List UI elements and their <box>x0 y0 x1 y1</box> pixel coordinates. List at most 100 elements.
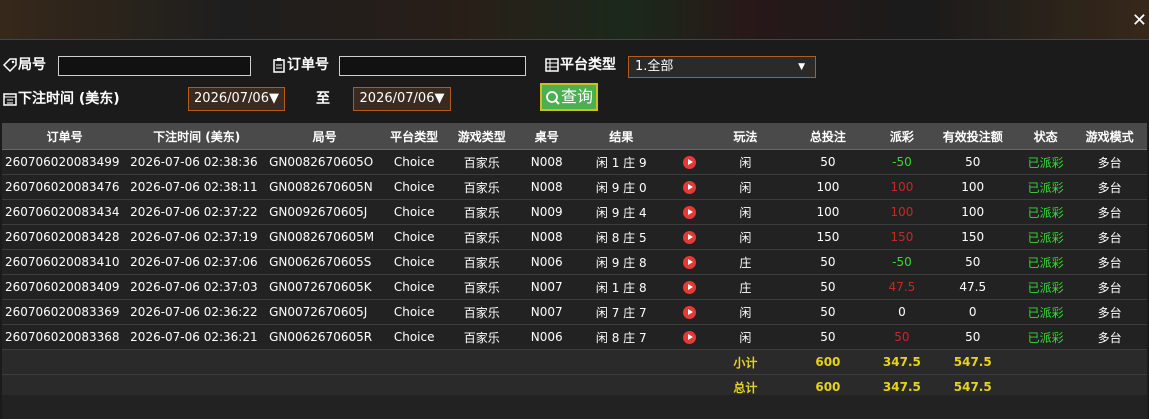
play-video-icon[interactable] <box>683 306 697 319</box>
status: 已派彩 <box>1019 299 1073 325</box>
order-number-input[interactable] <box>339 56 526 76</box>
game-type: 百家乐 <box>445 199 519 225</box>
play-video-icon[interactable] <box>683 231 697 244</box>
play-video-icon[interactable] <box>683 256 697 269</box>
status: 已派彩 <box>1019 324 1073 350</box>
round-id: GN0062670605S <box>266 249 384 275</box>
table-row[interactable]: 260706020083428 2026-07-06 02:37:19 GN0082… <box>2 224 1147 250</box>
play-video-icon[interactable] <box>683 281 697 294</box>
empty-cell <box>574 349 668 375</box>
subtotal-row: 小计 600 347.5 547.5 <box>2 349 1147 375</box>
platform: Choice <box>383 274 446 300</box>
replay-cell <box>667 324 713 350</box>
valid-bet: 50 <box>926 324 1020 350</box>
status: 已派彩 <box>1019 274 1073 300</box>
valid-bet: 150 <box>926 224 1020 250</box>
platform-select[interactable]: 1.全部 ▼ <box>628 56 816 78</box>
query-button[interactable]: 查询 <box>540 83 599 111</box>
platform: Choice <box>383 224 446 250</box>
valid-bet: 100 <box>926 199 1020 225</box>
result: 闲 8 庄 7 <box>574 324 668 350</box>
game-type: 百家乐 <box>445 149 519 175</box>
play-video-icon[interactable] <box>683 156 697 169</box>
bet-time: 2026-07-06 02:37:22 <box>127 199 267 225</box>
total-bet: 50 <box>778 324 878 350</box>
top-banner <box>0 0 1149 40</box>
play-video-icon[interactable] <box>683 206 697 219</box>
round-id: GN0082670605N <box>266 174 384 200</box>
table-footer-space <box>2 395 1147 419</box>
status: 已派彩 <box>1019 224 1073 250</box>
platform: Choice <box>383 249 446 275</box>
total-bet: 50 <box>778 149 878 175</box>
payout: 50 <box>877 324 927 350</box>
payout: 150 <box>877 224 927 250</box>
table-header: 订单号 下注时间 (美东) 局号 平台类型 游戏类型 桌号 结果 玩法 总投注 派彩 有效投注额 状态… <box>2 123 1147 150</box>
subtotal-label: 小计 <box>712 349 779 375</box>
round-id: GN0092670605J <box>266 199 384 225</box>
table-number: N008 <box>518 149 575 175</box>
list-icon <box>545 58 559 72</box>
empty-cell <box>445 349 519 375</box>
date-from-picker[interactable]: 2026/07/06▼ <box>188 87 285 111</box>
table-row[interactable]: 260706020083499 2026-07-06 02:38:36 GN0082… <box>2 149 1147 175</box>
to-label: 至 <box>316 91 330 107</box>
order-id: 260706020083410 <box>2 249 128 275</box>
table-number: N007 <box>518 299 575 325</box>
platform: Choice <box>383 199 446 225</box>
time-label: 下注时间 (美东) <box>2 88 120 108</box>
game-mode: 多台 <box>1072 174 1147 200</box>
game-type: 百家乐 <box>445 249 519 275</box>
table-row[interactable]: 260706020083476 2026-07-06 02:38:11 GN0082… <box>2 174 1147 200</box>
bet-side: 闲 <box>712 149 779 175</box>
column-header: 局号 <box>266 123 384 150</box>
tag-icon <box>2 58 17 73</box>
empty-cell <box>1072 349 1147 375</box>
table-row[interactable]: 260706020083434 2026-07-06 02:37:22 GN0092… <box>2 199 1147 225</box>
play-video-icon[interactable] <box>683 331 697 344</box>
game-mode: 多台 <box>1072 149 1147 175</box>
column-header: 游戏模式 <box>1072 123 1147 150</box>
total-bet: 100 <box>778 174 878 200</box>
table-number: N006 <box>518 324 575 350</box>
play-video-icon[interactable] <box>683 181 697 194</box>
round-number-input[interactable] <box>58 56 251 76</box>
column-header: 桌号 <box>518 123 575 150</box>
platform: Choice <box>383 174 446 200</box>
table-number: N008 <box>518 174 575 200</box>
game-mode: 多台 <box>1072 299 1147 325</box>
column-header: 平台类型 <box>383 123 446 150</box>
order-id: 260706020083368 <box>2 324 128 350</box>
column-header: 有效投注额 <box>926 123 1020 150</box>
bet-side: 庄 <box>712 274 779 300</box>
total-bet: 50 <box>778 249 878 275</box>
order-label: 订单号 <box>271 54 329 74</box>
bet-time: 2026-07-06 02:37:03 <box>127 274 267 300</box>
date-to-picker[interactable]: 2026/07/06▼ <box>353 87 451 111</box>
bet-side: 闲 <box>712 299 779 325</box>
table-number: N006 <box>518 249 575 275</box>
table-row[interactable]: 260706020083410 2026-07-06 02:37:06 GN0062… <box>2 249 1147 275</box>
status: 已派彩 <box>1019 174 1073 200</box>
subtotal-total-bet: 600 <box>778 349 878 375</box>
round-label: 局号 <box>2 54 46 74</box>
table-row[interactable]: 260706020083369 2026-07-06 02:36:22 GN0072… <box>2 299 1147 325</box>
bet-time: 2026-07-06 02:36:22 <box>127 299 267 325</box>
game-mode: 多台 <box>1072 199 1147 225</box>
clipboard-icon <box>273 58 285 73</box>
round-id: GN0062670605R <box>266 324 384 350</box>
total-bet: 50 <box>778 299 878 325</box>
game-mode: 多台 <box>1072 224 1147 250</box>
subtotal-payout: 347.5 <box>877 349 927 375</box>
bet-side: 闲 <box>712 324 779 350</box>
result: 闲 1 庄 9 <box>574 149 668 175</box>
column-header: 玩法 <box>712 123 779 150</box>
table-row[interactable]: 260706020083409 2026-07-06 02:37:03 GN0072… <box>2 274 1147 300</box>
total-bet: 100 <box>778 199 878 225</box>
close-icon[interactable]: ✕ <box>1132 12 1147 30</box>
game-type: 百家乐 <box>445 224 519 250</box>
game-mode: 多台 <box>1072 249 1147 275</box>
round-id: GN0082670605O <box>266 149 384 175</box>
table-row[interactable]: 260706020083368 2026-07-06 02:36:21 GN0062… <box>2 324 1147 350</box>
game-type: 百家乐 <box>445 299 519 325</box>
